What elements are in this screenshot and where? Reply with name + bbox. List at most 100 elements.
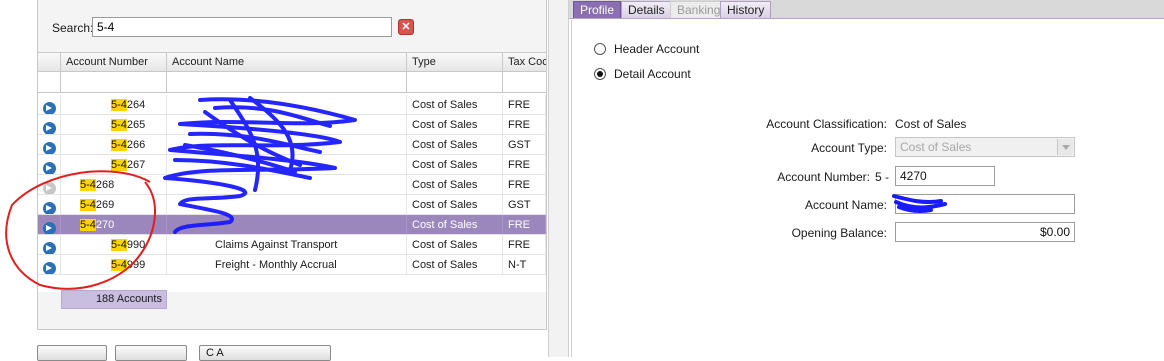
account-type-cell: Cost of Sales [407,195,503,214]
filter-cell[interactable] [503,72,546,92]
account-number-cell: 5-4999 [61,255,167,274]
account-number-label: Account Number: [777,170,870,184]
tab-profile[interactable]: Profile [573,1,622,18]
account-number-rest: 268 [95,179,115,191]
search-match-highlight: 5-4 [111,139,127,151]
account-type-value: Cost of Sales [900,140,972,154]
header-account-option[interactable]: Header Account [594,42,699,56]
opening-balance-value: $0.00 [1039,225,1070,239]
account-type-cell: Cost of Sales [407,155,503,174]
account-number-rest: 265 [126,119,146,131]
search-match-highlight: 5-4 [111,99,127,111]
arrow-right-icon[interactable] [43,102,56,114]
row-icon-cell[interactable] [38,115,61,134]
column-header-type[interactable]: Type [407,53,503,71]
opening-balance-field[interactable]: $0.00 [895,222,1075,242]
column-header-account-name[interactable]: Account Name [167,53,407,71]
bottom-button-1[interactable] [37,345,107,361]
column-header-tax-code[interactable]: Tax Coc [503,53,546,71]
arrow-right-icon[interactable] [43,202,56,214]
arrow-right-icon[interactable] [43,242,56,254]
account-name-cell [167,175,407,194]
filter-cell[interactable] [61,72,167,92]
tax-code-cell: GST [503,135,546,154]
account-number-rest: 999 [126,259,146,271]
account-name-cell [167,195,407,214]
detail-account-label: Detail Account [614,67,691,81]
arrow-right-icon[interactable] [43,222,56,234]
table-row[interactable]: 5-4269 Cost of Sales GST [38,195,546,215]
account-number-field[interactable] [895,166,995,186]
filter-cell [38,72,61,92]
account-number-rest: 264 [126,99,146,111]
account-type-cell: Cost of Sales [407,255,503,274]
account-number-prefix: 5 - [875,170,890,184]
row-icon-cell[interactable] [38,215,61,234]
bottom-button-3[interactable]: C A [199,345,331,361]
tab-banking: Banking [670,1,728,18]
account-name-cell [167,95,407,114]
arrow-right-icon[interactable] [43,122,56,134]
row-icon-cell[interactable] [38,155,61,174]
account-type-cell: Cost of Sales [407,215,503,234]
account-type-cell: Cost of Sales [407,135,503,154]
chevron-down-icon [1057,139,1073,155]
tax-code-cell: FRE [503,235,546,254]
search-match-highlight: 5-4 [80,179,96,191]
header-account-label: Header Account [614,42,700,56]
row-icon-cell[interactable] [38,195,61,214]
row-icon-cell[interactable] [38,235,61,254]
table-row[interactable]: 5-4267 Cost of Sales FRE [38,155,546,175]
tab-details[interactable]: Details [621,1,672,18]
arrow-right-icon[interactable] [43,262,56,274]
accounts-grid: Account Number Account Name Type Tax Coc… [38,52,546,292]
search-match-highlight: 5-4 [111,259,127,271]
search-match-highlight: 5-4 [80,219,96,231]
account-number-cell: 5-4269 [61,195,167,214]
arrow-right-icon[interactable] [43,182,56,194]
tax-code-cell: FRE [503,115,546,134]
search-match-highlight: 5-4 [111,239,127,251]
account-type-label: Account Type: [811,141,887,155]
account-classification-label: Account Classification: [766,117,887,131]
account-type-cell: Cost of Sales [407,95,503,114]
account-type-cell: Cost of Sales [407,235,503,254]
bottom-button-bar: C A [37,343,337,361]
filter-cell[interactable] [407,72,503,92]
table-row[interactable]: 5-4999 Freight - Monthly Accrual Cost of S… [38,255,546,275]
header-account-radio[interactable] [594,43,606,55]
detail-account-option[interactable]: Detail Account [594,67,691,81]
tab-history[interactable]: History [720,1,772,18]
search-label: Search: [52,21,94,35]
search-match-highlight: 5-4 [80,199,96,211]
account-number-rest: 269 [95,199,115,211]
column-header-account-number[interactable]: Account Number [61,53,167,71]
arrow-right-icon[interactable] [43,142,56,154]
arrow-right-icon[interactable] [43,162,56,174]
table-row[interactable]: 5-4265 Cost of Sales FRE [38,115,546,135]
tax-code-cell: FRE [503,215,546,234]
row-icon-cell[interactable] [38,175,61,194]
row-icon-cell[interactable] [38,95,61,114]
account-count-status: 188 Accounts [61,290,167,309]
tax-code-cell: GST [503,195,546,214]
bottom-button-2[interactable] [115,345,187,361]
account-number-rest: 990 [126,239,146,251]
table-row[interactable]: 5-4270 Cost of Sales FRE [38,215,546,235]
account-type-select: Cost of Sales [895,137,1075,157]
search-input[interactable] [92,17,392,37]
table-row[interactable]: 5-4264 Cost of Sales FRE [38,95,546,115]
account-name-label: Account Name: [804,198,887,212]
table-row[interactable]: 5-4266 Cost of Sales GST [38,135,546,155]
clear-search-icon[interactable]: ✕ [398,19,414,35]
account-number-cell: 5-4268 [61,175,167,194]
filter-cell[interactable] [167,72,407,92]
account-classification-value: Cost of Sales [895,117,967,131]
detail-account-radio[interactable] [594,68,606,80]
account-name-field[interactable] [895,194,1075,214]
table-row[interactable]: 5-4268 Cost of Sales FRE [38,175,546,195]
table-row[interactable]: 5-4990 Claims Against Transport Cost of Sa… [38,235,546,255]
row-icon-cell[interactable] [38,135,61,154]
pane-divider[interactable] [548,0,569,357]
row-icon-cell[interactable] [38,255,61,274]
